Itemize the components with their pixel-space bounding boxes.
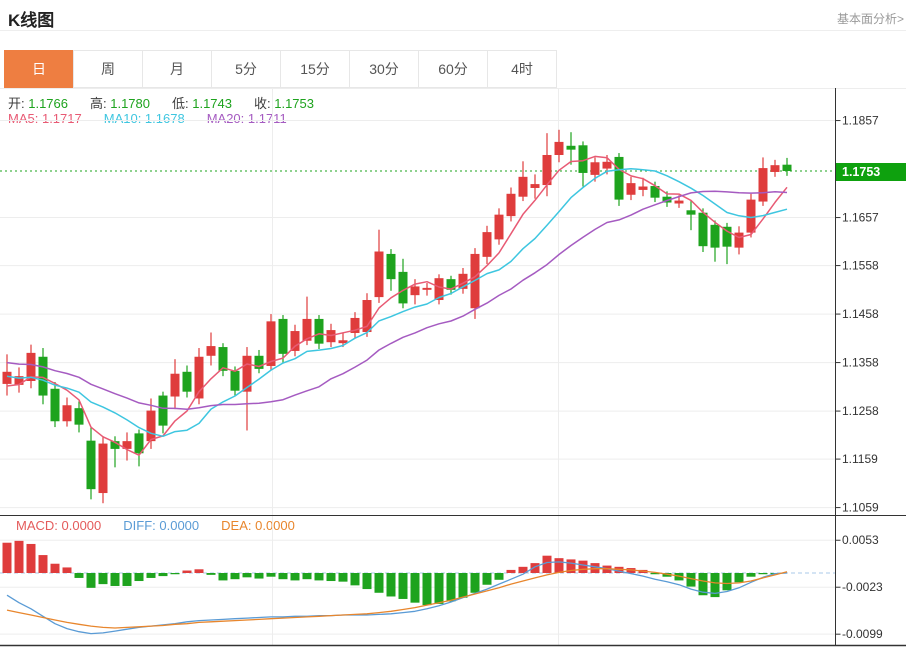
svg-text:1.1857: 1.1857 (842, 114, 879, 128)
kline-chart-area[interactable]: 1.1857 1.1657 1.1558 1.1458 1.1358 1.1258 1.11… (0, 88, 906, 648)
svg-text:-0.0099: -0.0099 (842, 627, 883, 641)
tab-5min[interactable]: 5分 (211, 50, 281, 88)
tab-day[interactable]: 日 (4, 50, 74, 88)
tab-4hour[interactable]: 4时 (487, 50, 557, 88)
tab-week[interactable]: 周 (73, 50, 143, 88)
svg-text:1.1159: 1.1159 (842, 452, 878, 466)
current-price-tag: 1.1753 (836, 163, 906, 181)
svg-text:1.1458: 1.1458 (842, 307, 879, 321)
tab-15min[interactable]: 15分 (280, 50, 350, 88)
interval-tab-bar: 日周月5分15分30分60分4时 (4, 50, 557, 88)
fundamental-analysis-link[interactable]: 基本面分析> (837, 10, 904, 27)
tab-month[interactable]: 月 (142, 50, 212, 88)
svg-text:1.1358: 1.1358 (842, 356, 879, 370)
tab-60min[interactable]: 60分 (418, 50, 488, 88)
header-divider (0, 30, 906, 31)
svg-text:1.1657: 1.1657 (842, 211, 879, 225)
kline-app: K线图 基本面分析> 日周月5分15分30分60分4时 开: 1.1766高: … (0, 0, 906, 648)
page-title: K线图 (8, 6, 54, 31)
svg-text:1.1059: 1.1059 (842, 501, 879, 515)
svg-text:-0.0023: -0.0023 (842, 580, 883, 594)
svg-text:1.1258: 1.1258 (842, 404, 879, 418)
svg-text:1.1558: 1.1558 (842, 259, 879, 273)
tab-30min[interactable]: 30分 (349, 50, 419, 88)
svg-text:0.0053: 0.0053 (842, 533, 879, 547)
